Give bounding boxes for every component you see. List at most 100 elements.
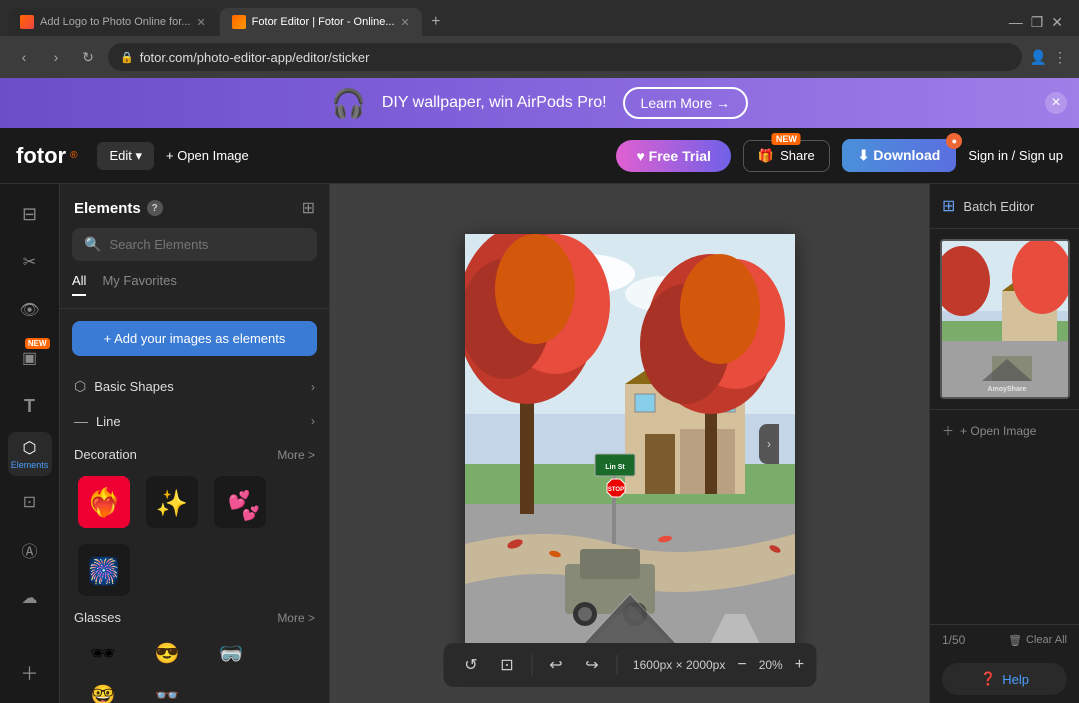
add-elements-button[interactable]: + Add your images as elements [72, 321, 317, 356]
basic-shapes-icon: ⬡ [74, 378, 86, 395]
new-tab-button[interactable]: + [424, 10, 448, 34]
undo-button[interactable]: ↩ [540, 649, 572, 681]
sidebar-icons: ⊟ ✂ 👁 ▣ NEW T ⬡ Elements ⊡ Ⓐ ☁ [0, 184, 60, 703]
adjust-tool-button[interactable]: ⊟ [8, 192, 52, 236]
logo-text: fotor [16, 143, 66, 169]
elements-help-icon[interactable]: ? [147, 200, 163, 216]
zoom-in-button[interactable]: + [795, 656, 804, 674]
panel-title: Elements ? [74, 200, 163, 217]
more-button[interactable]: ＋ [8, 651, 52, 695]
basic-shapes-section[interactable]: ⬡ Basic Shapes › [60, 368, 329, 403]
glasses-item-2[interactable]: 😎 [138, 635, 196, 671]
minimize-button[interactable]: — [1009, 14, 1023, 30]
signin-button[interactable]: Sign in / Sign up [968, 148, 1063, 163]
glasses-title: Glasses [74, 610, 121, 625]
url-text: fotor.com/photo-editor-app/editor/sticke… [140, 50, 370, 65]
font-tool-button[interactable]: Ⓐ [8, 528, 52, 572]
tab-all[interactable]: All [72, 273, 86, 296]
browser-tab-add[interactable]: Add Logo to Photo Online for... ✕ [8, 8, 218, 36]
fireworks-sticker-icon: 🎆 [78, 544, 130, 596]
thumbnail-image: AmoyShare [942, 241, 1070, 399]
frames-tool-button[interactable]: ⊡ [8, 480, 52, 524]
glasses-item-4[interactable]: 🤓 [74, 677, 132, 703]
close-window-button[interactable]: ✕ [1051, 14, 1063, 31]
browser-menu-icon[interactable]: ⋮ [1053, 49, 1067, 66]
flip-button[interactable]: ⊡ [491, 649, 523, 681]
address-bar[interactable]: 🔒 fotor.com/photo-editor-app/editor/stic… [108, 43, 1022, 71]
batch-editor-button[interactable]: ⊞ Batch Editor [930, 184, 1079, 229]
decoration-item-fireworks[interactable]: 🎆 [74, 540, 134, 600]
grid-toggle-button[interactable]: ⊞ [302, 198, 315, 218]
browser-tab-fotor[interactable]: Fotor Editor | Fotor - Online... ✕ [220, 8, 422, 36]
lock-icon: 🔒 [120, 51, 134, 64]
logo-sup: ® [70, 150, 77, 161]
decoration-grid: ❤️‍🔥 ✨ 💕 💕 [74, 472, 315, 600]
forward-button[interactable]: › [44, 49, 68, 65]
redo-button[interactable]: ↪ [576, 649, 608, 681]
glasses-more-button[interactable]: More > [277, 611, 315, 625]
share-new-badge: NEW [772, 133, 801, 145]
sparkle-sticker-icon: ✨ [146, 476, 198, 528]
right-panel-spacer [930, 451, 1079, 624]
cloud-tool-button[interactable]: ☁ [8, 576, 52, 620]
decoration-item-hearts[interactable]: 💕 💕 [210, 472, 270, 532]
image-thumbnail[interactable]: AmoyShare [940, 239, 1070, 399]
glasses-item-3[interactable]: 🥽 [202, 635, 260, 671]
open-image-button[interactable]: + Open Image [166, 148, 249, 163]
svg-text:💕: 💕 [242, 505, 259, 522]
help-circle-icon: ❓ [980, 671, 996, 687]
tab-label-fotor: Fotor Editor | Fotor - Online... [252, 16, 395, 28]
svg-text:🎆: 🎆 [88, 556, 120, 586]
line-section[interactable]: — Line › [60, 403, 329, 437]
learn-more-button[interactable]: Learn More → [623, 87, 748, 119]
decoration-item-heart[interactable]: ❤️‍🔥 [74, 472, 134, 532]
tab-my-favorites[interactable]: My Favorites [102, 273, 176, 296]
text-tool-button[interactable]: T [8, 384, 52, 428]
edit-button[interactable]: Edit ▾ [97, 142, 154, 170]
eye-icon: 👁 [19, 300, 39, 320]
page-info: 1/50 [942, 633, 965, 647]
back-button[interactable]: ‹ [12, 49, 36, 65]
decoration-section: Decoration More > ❤️‍🔥 ✨ [60, 437, 329, 604]
share-icon: 🎁 [758, 148, 774, 164]
elements-tool-button[interactable]: ⬡ Elements [8, 432, 52, 476]
glasses-item-5[interactable]: 👓 [138, 677, 196, 703]
svg-text:✨: ✨ [156, 488, 188, 518]
open-image-right-button[interactable]: ＋ + Open Image [930, 409, 1079, 451]
trash-icon: 🗑 [1008, 634, 1022, 647]
frames-icon: ⊡ [23, 492, 36, 512]
tab-close-fotor[interactable]: ✕ [401, 16, 410, 29]
refresh-button[interactable]: ↻ [76, 49, 100, 66]
search-input[interactable] [109, 237, 305, 252]
effect-tool-button[interactable]: 👁 [8, 288, 52, 332]
download-button[interactable]: ⬇ Download ● [842, 139, 957, 172]
account-icon[interactable]: 👤 [1030, 49, 1047, 66]
share-button[interactable]: NEW 🎁 Share [743, 140, 830, 172]
clear-all-button[interactable]: 🗑 Clear All [1008, 634, 1067, 647]
banner-close-button[interactable]: × [1045, 92, 1067, 114]
rotate-button[interactable]: ↺ [455, 649, 487, 681]
more-spacer: ＋ [8, 651, 52, 695]
help-button[interactable]: ❓ Help [942, 663, 1067, 695]
restore-button[interactable]: ❐ [1031, 14, 1044, 31]
svg-text:STOP: STOP [607, 487, 623, 493]
decoration-item-sparkle[interactable]: ✨ [142, 472, 202, 532]
thumbnail-area: AmoyShare [930, 229, 1079, 409]
plus-icon: ＋ [21, 660, 39, 686]
canvas-image: Lin St STOP [465, 234, 795, 654]
elements-icon: ⬡ [23, 438, 37, 458]
crop-tool-button[interactable]: ✂ [8, 240, 52, 284]
glasses-grid: 🕶 😎 🥽 🤓 👓 [74, 635, 315, 703]
glasses-section: Glasses More > 🕶 😎 🥽 🤓 👓 [60, 604, 329, 703]
download-badge: ● [946, 133, 962, 149]
text-icon: T [24, 396, 35, 417]
right-panel-collapse-handle[interactable]: › [759, 424, 779, 464]
pagination-row: 1/50 🗑 Clear All [930, 624, 1079, 655]
glasses-item-1[interactable]: 🕶 [74, 635, 132, 671]
right-panel: ⊞ Batch Editor AmoyShare [929, 184, 1079, 703]
decoration-more-button[interactable]: More > [277, 448, 315, 462]
free-trial-button[interactable]: ♥ Free Trial [616, 140, 730, 172]
tab-close-add[interactable]: ✕ [196, 16, 205, 29]
zoom-out-button[interactable]: − [737, 656, 746, 674]
toolbar-sep-2 [616, 655, 617, 675]
